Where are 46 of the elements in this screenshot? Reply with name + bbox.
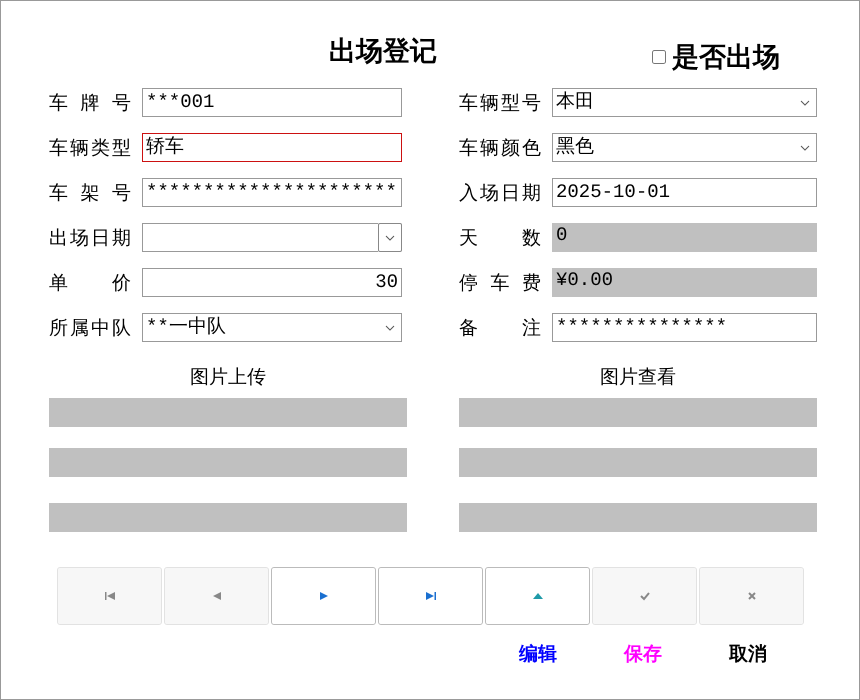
field-label: 入场日期 <box>459 182 541 206</box>
dropdown-field[interactable]: **一中队 <box>142 313 402 342</box>
readonly-field: ¥0.00 <box>552 268 817 297</box>
input-field[interactable]: 2025-10-01 <box>552 178 817 207</box>
date-dropdown-button[interactable] <box>378 223 402 252</box>
dropdown-field[interactable]: 黑色 <box>552 133 817 162</box>
field-label: 车辆型号 <box>459 92 541 116</box>
field-label: 所属中队 <box>49 316 131 340</box>
input-field[interactable]: 30 <box>142 268 402 297</box>
checkbox-label: 是否出场 <box>672 41 780 74</box>
field-label: 车 架 号 <box>49 182 131 206</box>
first-record-icon <box>104 591 116 601</box>
section-heading: 图片查看 <box>600 366 676 390</box>
chevron-icon <box>800 144 810 150</box>
field-label: 车辆颜色 <box>459 136 541 160</box>
form-title: 出场登记 <box>329 35 437 68</box>
field-label: 出场日期 <box>49 226 131 250</box>
action-link[interactable]: 编辑 <box>519 641 557 667</box>
exit-checkbox[interactable] <box>652 50 666 64</box>
up-triangle-icon <box>532 591 544 601</box>
next-button[interactable] <box>271 567 376 625</box>
dropdown-field[interactable]: 本田 <box>552 88 817 117</box>
up-button[interactable] <box>485 567 590 625</box>
field-label: 车辆类型 <box>49 136 131 160</box>
input-field[interactable]: 轿车 <box>142 133 402 162</box>
chevron-icon <box>385 234 395 240</box>
chevron-icon <box>800 100 810 106</box>
field-label: 停 车 费 <box>459 272 541 296</box>
field-label: 备 注 <box>459 316 541 340</box>
chevron-icon <box>385 324 395 330</box>
last-button[interactable] <box>378 567 483 625</box>
previous-icon <box>210 591 222 601</box>
checkmark-icon <box>638 591 650 601</box>
section-heading: 图片上传 <box>190 366 266 390</box>
last-record-icon <box>424 591 436 601</box>
date-field[interactable] <box>142 223 378 252</box>
next-icon <box>318 591 330 601</box>
readonly-field: 0 <box>552 223 817 252</box>
input-field[interactable]: ***001 <box>142 88 402 117</box>
field-label: 车 牌 号 <box>49 92 131 116</box>
field-label: 单 价 <box>49 272 131 296</box>
action-link[interactable]: 取消 <box>729 641 767 667</box>
input-field[interactable]: ********************** <box>142 178 402 207</box>
input-field[interactable]: *************** <box>552 313 817 342</box>
close-icon <box>746 591 758 601</box>
field-label: 天 数 <box>459 226 541 250</box>
